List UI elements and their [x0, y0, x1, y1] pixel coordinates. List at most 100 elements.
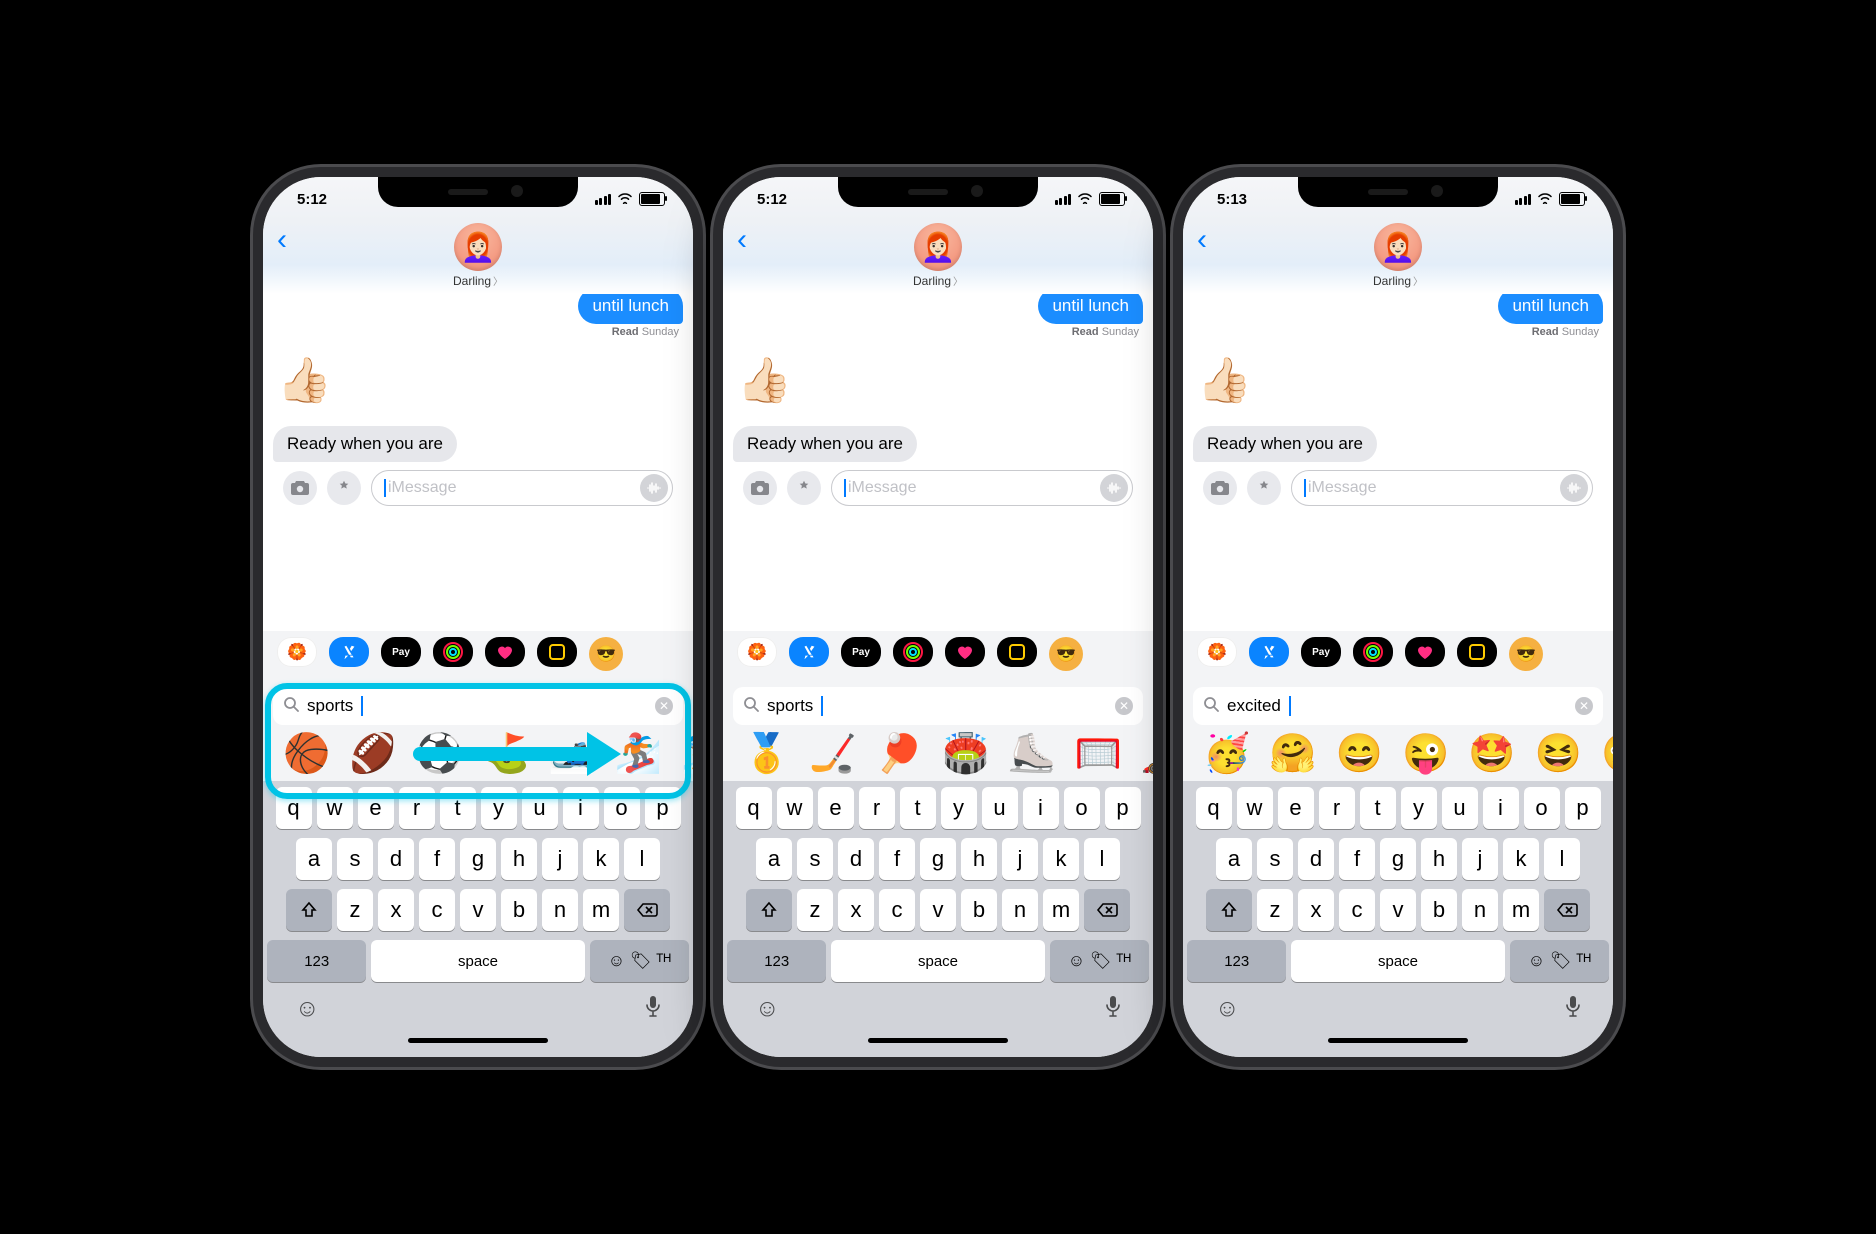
emoji-result[interactable]: 🏂	[615, 735, 662, 773]
app-photos-icon[interactable]: 🏵️	[277, 637, 317, 667]
key-r[interactable]: r	[399, 787, 435, 829]
contact-avatar[interactable]: 👩🏻‍🦰	[914, 223, 962, 271]
sent-message[interactable]: until lunch	[1038, 294, 1143, 324]
emoji-results-row[interactable]: 🥳🤗😄😜🤩😆🤪	[1193, 725, 1603, 781]
key-j[interactable]: j	[542, 838, 578, 880]
key-v[interactable]: v	[460, 889, 496, 931]
emoji-keyboard-button[interactable]: ☺	[1215, 995, 1240, 1024]
message-input[interactable]: iMessage	[371, 470, 673, 506]
key-t[interactable]: t	[440, 787, 476, 829]
key-d[interactable]: d	[378, 838, 414, 880]
key-v[interactable]: v	[1380, 889, 1416, 931]
emoji-keyboard-button[interactable]: ☺	[295, 995, 320, 1024]
emoji-result[interactable]: ⛷️	[681, 735, 693, 773]
audio-message-button[interactable]	[1100, 474, 1128, 502]
received-emoji[interactable]: 👍🏻	[737, 354, 792, 406]
dictation-button[interactable]	[645, 995, 661, 1024]
appstore-button[interactable]	[787, 471, 821, 505]
key-r[interactable]: r	[859, 787, 895, 829]
dictation-button[interactable]	[1565, 995, 1581, 1024]
appstore-button[interactable]	[327, 471, 361, 505]
key-e[interactable]: e	[1278, 787, 1314, 829]
app-apple-pay-icon[interactable]: Pay	[381, 637, 421, 667]
key-b[interactable]: b	[961, 889, 997, 931]
emoji-result[interactable]: 🏟️	[942, 735, 989, 773]
key-v[interactable]: v	[920, 889, 956, 931]
key-p[interactable]: p	[645, 787, 681, 829]
app-apple-pay-icon[interactable]: Pay	[841, 637, 881, 667]
contact-name[interactable]: Darling〉	[453, 273, 503, 288]
key-n[interactable]: n	[542, 889, 578, 931]
key-g[interactable]: g	[920, 838, 956, 880]
key-q[interactable]: q	[1196, 787, 1232, 829]
appstore-button[interactable]	[1247, 471, 1281, 505]
app-apple-pay-icon[interactable]: Pay	[1301, 637, 1341, 667]
key-k[interactable]: k	[583, 838, 619, 880]
emoji-search-input[interactable]: excited ✕	[1193, 687, 1603, 725]
space-key[interactable]: space	[831, 940, 1044, 982]
app-fitness-icon[interactable]	[893, 637, 933, 667]
key-f[interactable]: f	[879, 838, 915, 880]
home-indicator[interactable]	[868, 1038, 1008, 1043]
app-memoji-icon[interactable]: 😎	[1049, 637, 1083, 671]
backspace-key[interactable]	[1544, 889, 1590, 931]
app-fitness-icon[interactable]	[433, 637, 473, 667]
app-store-icon[interactable]	[1249, 637, 1289, 667]
return-key[interactable]: ☺ 🏷 ᵀᴴ	[590, 940, 689, 982]
return-key[interactable]: ☺ 🏷 ᵀᴴ	[1050, 940, 1149, 982]
shift-key[interactable]	[746, 889, 792, 931]
key-d[interactable]: d	[838, 838, 874, 880]
message-input[interactable]: iMessage	[831, 470, 1133, 506]
app-store-icon[interactable]	[789, 637, 829, 667]
key-h[interactable]: h	[501, 838, 537, 880]
key-l[interactable]: l	[624, 838, 660, 880]
key-p[interactable]: p	[1105, 787, 1141, 829]
key-k[interactable]: k	[1043, 838, 1079, 880]
key-a[interactable]: a	[1216, 838, 1252, 880]
key-u[interactable]: u	[1442, 787, 1478, 829]
app-strip[interactable]: 🏵️ Pay 😎	[263, 631, 693, 681]
emoji-result[interactable]: 🥅	[1075, 735, 1122, 773]
key-n[interactable]: n	[1002, 889, 1038, 931]
emoji-result[interactable]: 🤪	[1601, 735, 1613, 773]
backspace-key[interactable]	[624, 889, 670, 931]
emoji-keyboard-button[interactable]: ☺	[755, 995, 780, 1024]
key-p[interactable]: p	[1565, 787, 1601, 829]
key-f[interactable]: f	[419, 838, 455, 880]
key-i[interactable]: i	[563, 787, 599, 829]
emoji-result[interactable]: 🥳	[1203, 735, 1250, 773]
key-t[interactable]: t	[900, 787, 936, 829]
key-y[interactable]: y	[481, 787, 517, 829]
key-n[interactable]: n	[1462, 889, 1498, 931]
key-k[interactable]: k	[1503, 838, 1539, 880]
app-store-icon[interactable]	[329, 637, 369, 667]
app-fitness-icon[interactable]	[1353, 637, 1393, 667]
emoji-result[interactable]: 🤗	[1269, 735, 1316, 773]
emoji-result[interactable]: 🏓	[876, 735, 923, 773]
key-o[interactable]: o	[1524, 787, 1560, 829]
key-q[interactable]: q	[736, 787, 772, 829]
key-c[interactable]: c	[879, 889, 915, 931]
received-message[interactable]: Ready when you are	[273, 426, 457, 462]
key-f[interactable]: f	[1339, 838, 1375, 880]
key-x[interactable]: x	[378, 889, 414, 931]
audio-message-button[interactable]	[640, 474, 668, 502]
home-indicator[interactable]	[408, 1038, 548, 1043]
key-x[interactable]: x	[838, 889, 874, 931]
emoji-result[interactable]: 🏒	[809, 735, 856, 773]
key-l[interactable]: l	[1084, 838, 1120, 880]
contact-name[interactable]: Darling〉	[1373, 273, 1423, 288]
emoji-result[interactable]: ⚽	[416, 735, 463, 773]
back-button[interactable]: ‹	[737, 223, 747, 257]
key-b[interactable]: b	[1421, 889, 1457, 931]
key-x[interactable]: x	[1298, 889, 1334, 931]
emoji-result[interactable]: 🥇	[743, 735, 790, 773]
key-i[interactable]: i	[1483, 787, 1519, 829]
key-z[interactable]: z	[797, 889, 833, 931]
key-q[interactable]: q	[276, 787, 312, 829]
key-o[interactable]: o	[1064, 787, 1100, 829]
key-j[interactable]: j	[1002, 838, 1038, 880]
sent-message[interactable]: until lunch	[1498, 294, 1603, 324]
clear-search-button[interactable]: ✕	[1575, 697, 1593, 715]
app-memoji-icon[interactable]: 😎	[589, 637, 623, 671]
